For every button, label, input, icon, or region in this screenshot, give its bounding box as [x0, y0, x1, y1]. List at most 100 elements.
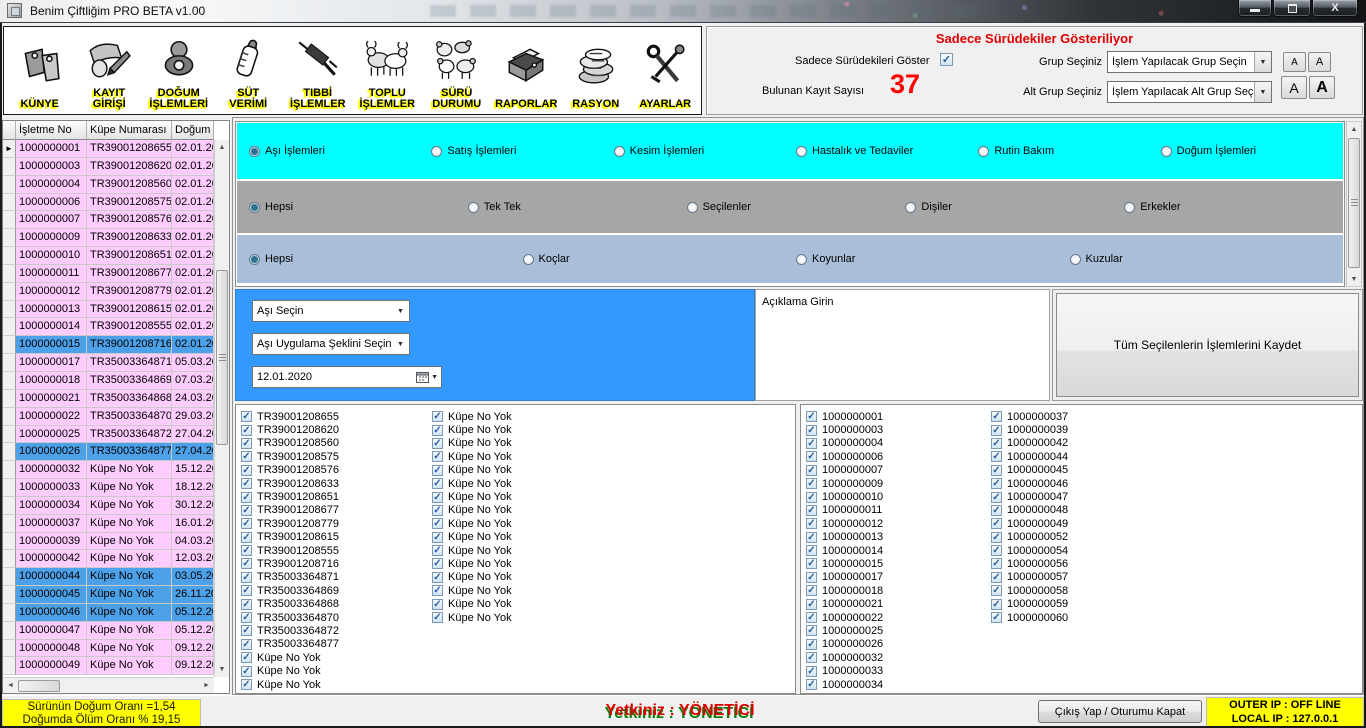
- checklist-item[interactable]: ✓1000000012: [806, 517, 883, 530]
- table-cell[interactable]: 16.01.20: [172, 515, 214, 533]
- checked-checkbox-icon[interactable]: ✓: [241, 625, 252, 636]
- checklist-item[interactable]: ✓1000000057: [991, 571, 1068, 584]
- checklist-item[interactable]: ✓1000000032: [806, 651, 883, 664]
- radio-icon[interactable]: [687, 202, 698, 213]
- checked-checkbox-icon[interactable]: ✓: [806, 572, 817, 583]
- checked-checkbox-icon[interactable]: ✓: [241, 545, 252, 556]
- table-cell[interactable]: TR39001208560: [87, 176, 172, 194]
- checklist-item[interactable]: ✓TR35003364870: [241, 611, 339, 624]
- table-row[interactable]: 1000000017TR3500336487105.03.20: [3, 354, 229, 372]
- checked-checkbox-icon[interactable]: ✓: [991, 545, 1002, 556]
- row-selector[interactable]: [3, 372, 16, 390]
- checklist-item[interactable]: ✓Küpe No Yok: [432, 584, 512, 597]
- table-row[interactable]: 1000000042Küpe No Yok12.03.20: [3, 550, 229, 568]
- row-selector[interactable]: [3, 586, 16, 604]
- checked-checkbox-icon[interactable]: ✓: [241, 478, 252, 489]
- subgroup-select[interactable]: İşlem Yapılacak Alt Grup Seçin ▼: [1107, 81, 1272, 103]
- scrollbar-thumb[interactable]: [18, 680, 60, 692]
- checklist-item[interactable]: ✓Küpe No Yok: [432, 423, 512, 436]
- table-cell[interactable]: 24.03.20: [172, 390, 214, 408]
- row-selector[interactable]: [3, 426, 16, 444]
- table-cell[interactable]: 1000000049: [16, 657, 87, 675]
- table-cell[interactable]: 1000000044: [16, 568, 87, 586]
- table-cell[interactable]: Küpe No Yok: [87, 604, 172, 622]
- checked-checkbox-icon[interactable]: ✓: [991, 532, 1002, 543]
- radio-selected-icon[interactable]: [249, 254, 260, 265]
- radio-option[interactable]: Hastalık ve Tedaviler: [796, 145, 978, 157]
- calendar-icon[interactable]: ▼: [416, 371, 441, 383]
- checklist-item[interactable]: ✓Küpe No Yok: [432, 531, 512, 544]
- chevron-down-icon[interactable]: ▼: [1254, 52, 1271, 72]
- table-cell[interactable]: Küpe No Yok: [87, 533, 172, 551]
- table-cell[interactable]: 1000000018: [16, 372, 87, 390]
- table-cell[interactable]: TR35003364870: [87, 408, 172, 426]
- scrollbar-thumb[interactable]: [216, 270, 228, 445]
- checklist-item[interactable]: ✓Küpe No Yok: [432, 450, 512, 463]
- table-cell[interactable]: 1000000007: [16, 211, 87, 229]
- table-cell[interactable]: Küpe No Yok: [87, 479, 172, 497]
- table-cell[interactable]: 1000000001: [16, 140, 87, 158]
- table-cell[interactable]: Küpe No Yok: [87, 568, 172, 586]
- toolbar-button[interactable]: RAPORLAR: [492, 29, 562, 112]
- table-cell[interactable]: 1000000042: [16, 550, 87, 568]
- checklist-item[interactable]: ✓1000000037: [991, 410, 1068, 423]
- table-row[interactable]: 1000000011TR3900120867702.01.20: [3, 265, 229, 283]
- table-cell[interactable]: 1000000046: [16, 604, 87, 622]
- checklist-item[interactable]: ✓TR39001208560: [241, 437, 339, 450]
- checked-checkbox-icon[interactable]: ✓: [806, 518, 817, 529]
- checked-checkbox-icon[interactable]: ✓: [806, 545, 817, 556]
- checked-checkbox-icon[interactable]: ✓: [241, 518, 252, 529]
- checked-checkbox-icon[interactable]: ✓: [241, 532, 252, 543]
- checklist-item[interactable]: ✓1000000025: [806, 624, 883, 637]
- table-cell[interactable]: 02.01.20: [172, 176, 214, 194]
- checklist-item[interactable]: ✓Küpe No Yok: [432, 477, 512, 490]
- table-cell[interactable]: 1000000037: [16, 515, 87, 533]
- checked-checkbox-icon[interactable]: ✓: [241, 465, 252, 476]
- table-cell[interactable]: 1000000048: [16, 640, 87, 658]
- table-cell[interactable]: 02.01.20: [172, 301, 214, 319]
- radio-option[interactable]: Erkekler: [1124, 201, 1343, 213]
- toolbar-button[interactable]: SÜRÜ DURUMU: [422, 29, 492, 112]
- checklist-item[interactable]: ✓1000000001: [806, 410, 883, 423]
- scrollbar-thumb[interactable]: [1348, 138, 1360, 268]
- toolbar-button[interactable]: AYARLAR: [631, 29, 701, 112]
- checklist-item[interactable]: ✓1000000014: [806, 544, 883, 557]
- radio-icon[interactable]: [1070, 254, 1081, 265]
- checked-checkbox-icon[interactable]: ✓: [432, 451, 443, 462]
- row-selector[interactable]: [3, 211, 16, 229]
- checked-checkbox-icon[interactable]: ✓: [991, 451, 1002, 462]
- checked-checkbox-icon[interactable]: ✓: [806, 425, 817, 436]
- scroll-up-icon[interactable]: ▲: [1347, 122, 1361, 136]
- table-row[interactable]: 1000000046Küpe No Yok05.12.20: [3, 604, 229, 622]
- table-cell[interactable]: TR39001208677: [87, 265, 172, 283]
- radio-icon[interactable]: [796, 146, 807, 157]
- row-selector[interactable]: [3, 318, 16, 336]
- checklist-item[interactable]: ✓1000000011: [806, 504, 883, 517]
- table-cell[interactable]: TR39001208620: [87, 158, 172, 176]
- table-cell[interactable]: TR39001208575: [87, 194, 172, 212]
- table-row[interactable]: 1000000037Küpe No Yok16.01.20: [3, 515, 229, 533]
- table-cell[interactable]: TR35003364877: [87, 443, 172, 461]
- checked-checkbox-icon[interactable]: ✓: [432, 532, 443, 543]
- radio-icon[interactable]: [796, 254, 807, 265]
- checked-checkbox-icon[interactable]: ✓: [991, 425, 1002, 436]
- checked-checkbox-icon[interactable]: ✓: [241, 425, 252, 436]
- table-cell[interactable]: 07.03.20: [172, 372, 214, 390]
- chevron-down-icon[interactable]: ▼: [392, 334, 409, 354]
- checked-checkbox-icon[interactable]: ✓: [241, 451, 252, 462]
- checklist-item[interactable]: ✓1000000059: [991, 597, 1068, 610]
- row-selector[interactable]: [3, 515, 16, 533]
- checked-checkbox-icon[interactable]: ✓: [241, 599, 252, 610]
- checklist-item[interactable]: ✓Küpe No Yok: [241, 651, 339, 664]
- checked-checkbox-icon[interactable]: ✓: [241, 492, 252, 503]
- table-row[interactable]: 1000000032Küpe No Yok15.12.20: [3, 461, 229, 479]
- checklist-item[interactable]: ✓1000000018: [806, 584, 883, 597]
- table-cell[interactable]: Küpe No Yok: [87, 586, 172, 604]
- checked-checkbox-icon[interactable]: ✓: [432, 612, 443, 623]
- table-cell[interactable]: 02.01.20: [172, 318, 214, 336]
- radio-icon[interactable]: [978, 146, 989, 157]
- checklist-item[interactable]: ✓1000000042: [991, 437, 1068, 450]
- table-row[interactable]: 1000000018TR3500336486907.03.20: [3, 372, 229, 390]
- table-cell[interactable]: 02.01.20: [172, 140, 214, 158]
- checked-checkbox-icon[interactable]: ✓: [432, 599, 443, 610]
